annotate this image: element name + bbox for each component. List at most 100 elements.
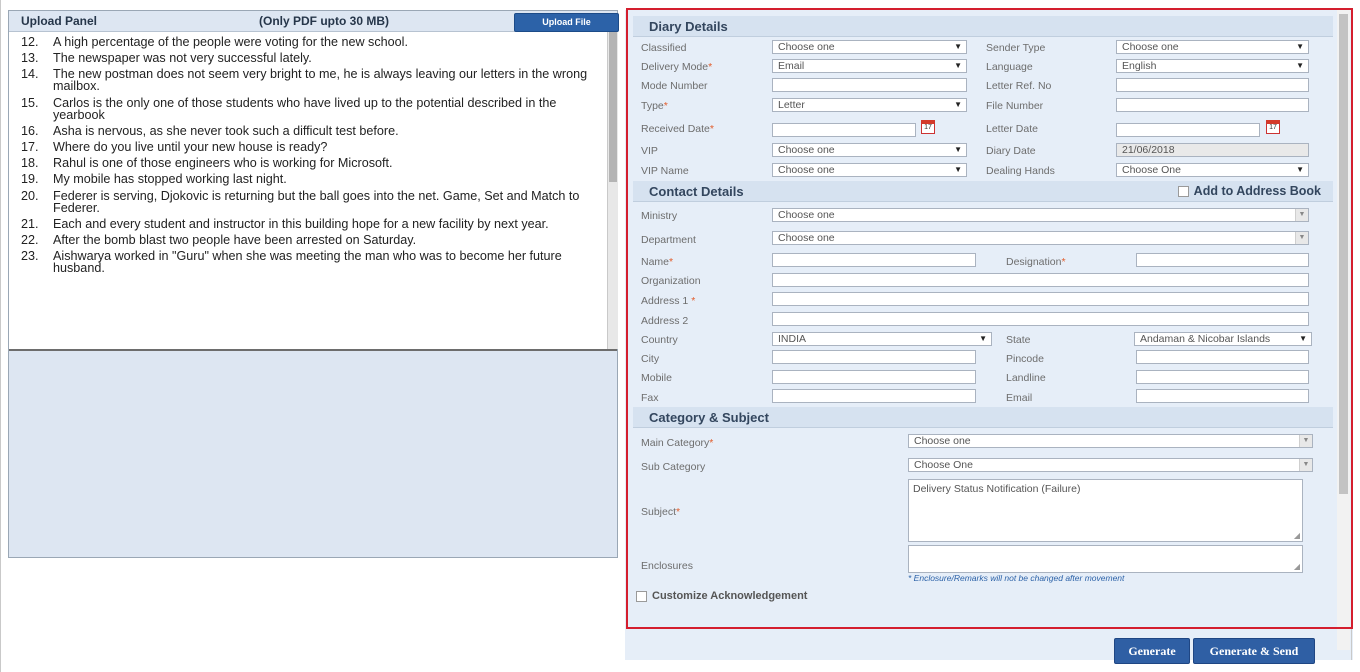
document-line: 14. The new postman does not seem very br… — [21, 67, 599, 93]
type-select[interactable]: Letter ▼ — [772, 98, 967, 112]
department-select[interactable]: Choose one ▼ — [772, 231, 1309, 245]
diary-date-label: Diary Date — [986, 145, 1036, 157]
chevron-down-icon: ▼ — [1299, 459, 1312, 471]
contact-details-header: Contact Details Add to Address Book — [633, 181, 1333, 202]
add-to-address-book-checkbox[interactable]: Add to Address Book — [1177, 184, 1321, 198]
panel-divider — [1351, 10, 1352, 660]
mobile-input[interactable] — [772, 370, 976, 384]
document-line: 19. My mobile has stopped working last ni… — [21, 173, 599, 186]
main-category-value: Choose one — [914, 435, 971, 447]
upload-panel-header: Upload Panel (Only PDF upto 30 MB) Uploa… — [9, 11, 619, 32]
chevron-down-icon: ▼ — [979, 334, 987, 343]
document-line: 21. Each and every student and instructor… — [21, 217, 599, 230]
document-line-text: After the bomb blast two people have bee… — [53, 232, 417, 247]
address2-input[interactable] — [772, 312, 1309, 326]
upload-file-button[interactable]: Upload File — [514, 13, 619, 32]
ministry-label: Ministry — [641, 210, 678, 222]
delivery-mode-select[interactable]: Email ▼ — [772, 59, 967, 73]
resize-grip-icon[interactable]: ◢ — [1294, 531, 1300, 540]
city-input[interactable] — [772, 350, 976, 364]
add-to-address-book-label: Add to Address Book — [1193, 184, 1321, 198]
file-number-input[interactable] — [1116, 98, 1309, 112]
classified-select[interactable]: Choose one ▼ — [772, 40, 967, 54]
type-value: Letter — [778, 99, 805, 111]
document-line: 12. A high percentage of the people were … — [21, 35, 599, 49]
document-line: 15. Carlos is the only one of those stude… — [21, 95, 599, 122]
document-line-text: Federer is serving, Djokovic is returnin… — [53, 188, 580, 215]
address1-label: Address 1 * — [641, 295, 696, 307]
preview-scrollbar-thumb[interactable] — [609, 32, 617, 182]
document-line-text: A high percentage of the people were vot… — [53, 35, 408, 49]
resize-grip-icon[interactable]: ◢ — [1294, 562, 1300, 571]
state-select[interactable]: Andaman & Nicobar Islands ▼ — [1134, 332, 1312, 346]
landline-input[interactable] — [1136, 370, 1309, 384]
document-line: 18. Rahul is one of those engineers who i… — [21, 157, 599, 170]
sender-type-label: Sender Type — [986, 42, 1046, 54]
document-line-text: Carlos is the only one of those students… — [53, 95, 557, 122]
chevron-down-icon: ▼ — [1296, 42, 1304, 51]
designation-label: Designation* — [1006, 256, 1066, 268]
pdf-preview[interactable]: 12. A high percentage of the people were … — [9, 32, 618, 351]
sender-type-select[interactable]: Choose one ▼ — [1116, 40, 1309, 54]
delivery-mode-label: Delivery Mode* — [641, 61, 713, 73]
name-input[interactable] — [772, 253, 976, 267]
country-label: Country — [641, 334, 678, 346]
document-line-number: 14. — [21, 67, 39, 82]
address1-input[interactable] — [772, 292, 1309, 306]
mode-number-label: Mode Number — [641, 80, 708, 92]
received-date-input[interactable] — [772, 123, 916, 137]
subject-label: Subject* — [641, 506, 681, 518]
main-category-select[interactable]: Choose one ▼ — [908, 434, 1313, 448]
designation-input[interactable] — [1136, 253, 1309, 267]
preview-scrollbar[interactable] — [607, 32, 618, 349]
upload-panel: Upload Panel (Only PDF upto 30 MB) Uploa… — [8, 10, 619, 558]
sub-category-select[interactable]: Choose One ▼ — [908, 458, 1313, 472]
enclosures-textarea[interactable]: ◢ — [908, 545, 1303, 573]
letter-date-input[interactable] — [1116, 123, 1260, 137]
vip-select[interactable]: Choose one ▼ — [772, 143, 967, 157]
form-scrollbar-thumb[interactable] — [1339, 14, 1348, 494]
vip-name-select[interactable]: Choose one ▼ — [772, 163, 967, 177]
enclosures-label: Enclosures — [641, 560, 693, 572]
calendar-icon[interactable]: 17 — [1266, 120, 1280, 134]
customize-acknowledgement-checkbox[interactable]: Customize Acknowledgement — [636, 590, 807, 602]
document-line-number: 22. — [21, 232, 39, 247]
form-scrollbar[interactable] — [1337, 10, 1350, 650]
type-label: Type* — [641, 100, 668, 112]
calendar-icon[interactable]: 17 — [921, 120, 935, 134]
fax-input[interactable] — [772, 389, 976, 403]
diary-details-header: Diary Details — [633, 16, 1333, 37]
ministry-value: Choose one — [778, 209, 835, 221]
pincode-input[interactable] — [1136, 350, 1309, 364]
generate-button[interactable]: Generate — [1114, 638, 1190, 664]
organization-input[interactable] — [772, 273, 1309, 287]
category-subject-header: Category & Subject — [633, 407, 1333, 428]
language-select[interactable]: English ▼ — [1116, 59, 1309, 73]
document-text: 12. A high percentage of the people were … — [21, 36, 599, 278]
ministry-select[interactable]: Choose one ▼ — [772, 208, 1309, 222]
mode-number-input[interactable] — [772, 78, 967, 92]
document-line-text: Where do you live until your new house i… — [53, 139, 328, 154]
document-line: 23. Aishwarya worked in "Guru" when she w… — [21, 250, 599, 275]
letter-ref-no-input[interactable] — [1116, 78, 1309, 92]
email-input[interactable] — [1136, 389, 1309, 403]
document-line-number: 16. — [21, 123, 39, 138]
document-line-text: The newspaper was not very successful la… — [53, 51, 312, 66]
subject-textarea[interactable]: Delivery Status Notification (Failure) ◢ — [908, 479, 1303, 542]
country-value: INDIA — [778, 333, 807, 345]
city-label: City — [641, 353, 660, 365]
generate-send-button[interactable]: Generate & Send — [1193, 638, 1315, 664]
dealing-hands-select[interactable]: Choose One ▼ — [1116, 163, 1309, 177]
enclosure-note: * Enclosure/Remarks will not be changed … — [908, 573, 1125, 583]
checkbox-icon — [636, 590, 647, 602]
letter-ref-no-label: Letter Ref. No — [986, 80, 1052, 92]
country-select[interactable]: INDIA ▼ — [772, 332, 992, 346]
letter-date-label: Letter Date — [986, 123, 1038, 135]
department-value: Choose one — [778, 232, 835, 244]
document-line: 13. The newspaper was not very successful… — [21, 51, 599, 66]
document-line-text: Asha is nervous, as she never took such … — [53, 123, 399, 138]
sub-category-value: Choose One — [914, 459, 973, 471]
received-date-label: Received Date* — [641, 123, 714, 135]
pincode-label: Pincode — [1006, 353, 1044, 365]
document-line: 16. Asha is nervous, as she never took su… — [21, 123, 599, 138]
